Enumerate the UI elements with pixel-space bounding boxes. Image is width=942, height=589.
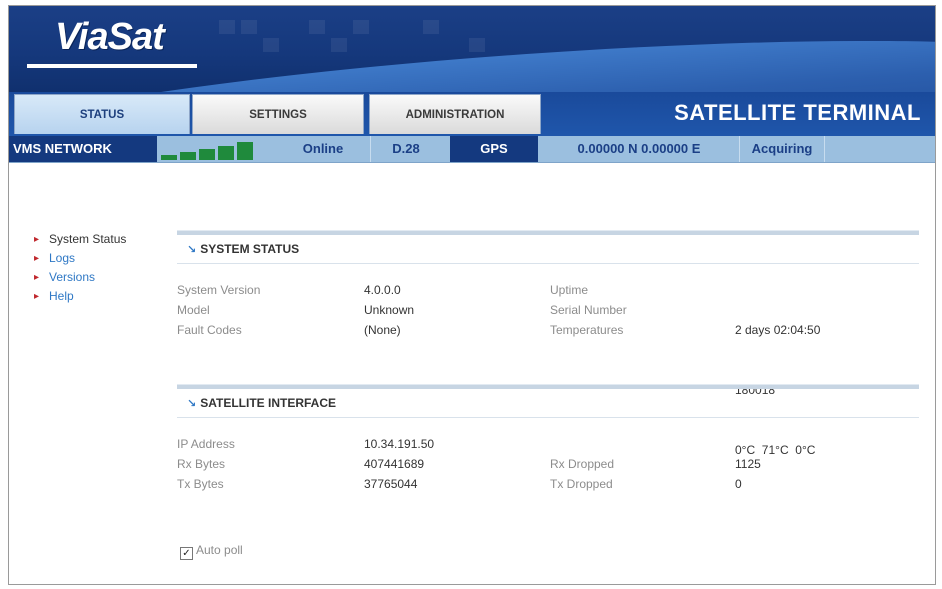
- banner-square: [353, 20, 369, 34]
- checkbox-icon[interactable]: ✓: [180, 547, 193, 560]
- side-nav: ▸ System Status ▸ Logs ▸ Versions ▸ Help: [33, 230, 126, 306]
- gps-state: Acquiring: [739, 136, 824, 162]
- banner-square: [263, 38, 279, 52]
- rx-bytes-label: Rx Bytes: [177, 457, 226, 471]
- section-title: SATELLITE INTERFACE: [200, 396, 336, 410]
- model-value: Unknown: [364, 303, 415, 317]
- terminal-title: SATELLITE TERMINAL: [674, 100, 921, 125]
- nav-item-label: Versions: [49, 270, 96, 284]
- uptime-value: 2 days 02:04:50: [735, 323, 821, 337]
- section-header: ↘ SATELLITE INTERFACE: [177, 389, 919, 418]
- model-label: Model: [177, 303, 210, 317]
- nav-item-label: System Status: [49, 232, 127, 246]
- section-header: ↘ SYSTEM STATUS: [177, 235, 919, 264]
- logo-underline: [27, 64, 197, 68]
- tab-status[interactable]: STATUS: [14, 94, 190, 134]
- tab-administration[interactable]: ADMINISTRATION: [369, 94, 541, 134]
- system-version-label: System Version: [177, 283, 261, 297]
- signal-bar: [180, 152, 196, 160]
- bullet-icon: ▸: [34, 272, 40, 283]
- auto-poll-checkbox[interactable]: ✓ Auto poll: [180, 543, 243, 560]
- serial-number-label: Serial Number: [550, 303, 627, 317]
- banner-square: [309, 20, 325, 34]
- tab-settings[interactable]: SETTINGS: [192, 94, 364, 134]
- ip-address-label: IP Address: [177, 437, 235, 451]
- bullet-icon: ▸: [34, 253, 40, 264]
- rx-dropped-label: Rx Dropped: [550, 457, 615, 471]
- connection-state: Online: [302, 141, 344, 156]
- rx-bytes-value: 407441689: [364, 457, 425, 471]
- bullet-icon: ▸: [34, 234, 40, 245]
- satellite-interface-section: ↘ SATELLITE INTERFACE: [177, 384, 919, 418]
- system-status-section: ↘ SYSTEM STATUS: [177, 230, 919, 264]
- banner-square: [469, 38, 485, 52]
- network-version: D.28: [370, 136, 441, 162]
- system-labels-right: Uptime Serial Number Temperatures: [550, 280, 627, 340]
- sat-labels-right: Rx Dropped Tx Dropped: [550, 454, 614, 494]
- fault-codes-value: (None): [364, 323, 401, 337]
- viasat-logo: ViaSat: [55, 16, 165, 58]
- nav-item-help[interactable]: ▸ Help: [33, 287, 126, 306]
- tab-bar: STATUS SETTINGS ADMINISTRATION SATELLITE…: [9, 92, 935, 136]
- nav-item-logs[interactable]: ▸ Logs: [33, 249, 126, 268]
- signal-bar: [218, 146, 234, 160]
- system-values-left: 4.0.0.0 Unknown (None): [364, 280, 414, 340]
- auto-poll-label: Auto poll: [196, 543, 243, 557]
- temperatures-label: Temperatures: [550, 323, 624, 337]
- sat-values-left: 10.34.191.50 407441689 37765044: [364, 434, 434, 494]
- system-version-value: 4.0.0.0: [364, 283, 401, 297]
- arrow-down-right-icon: ↘: [187, 244, 197, 256]
- system-labels-left: System Version Model Fault Codes: [177, 280, 260, 340]
- bullet-icon: ▸: [34, 291, 40, 302]
- gps-coordinates: 0.00000 N 0.00000 E: [577, 141, 701, 156]
- banner-square: [241, 20, 257, 34]
- arrow-down-right-icon: ↘: [187, 398, 197, 410]
- signal-bar: [161, 155, 177, 160]
- ip-address-value: 10.34.191.50: [364, 437, 435, 451]
- banner-square: [423, 20, 439, 34]
- network-name: VMS NETWORK: [9, 136, 157, 162]
- tx-dropped-label: Tx Dropped: [550, 477, 613, 491]
- gps-label: GPS: [450, 136, 538, 162]
- nav-item-system-status[interactable]: ▸ System Status: [33, 230, 126, 249]
- rx-dropped-value: 1125: [735, 457, 761, 471]
- uptime-label: Uptime: [550, 283, 589, 297]
- fault-codes-label: Fault Codes: [177, 323, 242, 337]
- signal-bar: [237, 142, 253, 160]
- status-bar-filler: [824, 136, 935, 162]
- nav-item-label: Logs: [49, 251, 76, 265]
- tx-bytes-label: Tx Bytes: [177, 477, 224, 491]
- banner-square: [331, 38, 347, 52]
- section-title: SYSTEM STATUS: [200, 242, 300, 256]
- banner-square: [219, 20, 235, 34]
- nav-item-label: Help: [49, 289, 74, 303]
- app-window: ViaSat STATUS SETTINGS ADMINISTRATION SA…: [8, 5, 936, 585]
- header-banner: ViaSat: [9, 6, 935, 92]
- nav-item-versions[interactable]: ▸ Versions: [33, 268, 126, 287]
- signal-bar: [199, 149, 215, 160]
- tx-dropped-value: 0: [735, 477, 742, 491]
- sat-values-right: 1125 0: [735, 454, 761, 494]
- sat-labels-left: IP Address Rx Bytes Tx Bytes: [177, 434, 235, 494]
- tx-bytes-value: 37765044: [364, 477, 418, 491]
- status-bar: VMS NETWORK Online D.28 GPS 0.00000 N 0.…: [9, 136, 935, 163]
